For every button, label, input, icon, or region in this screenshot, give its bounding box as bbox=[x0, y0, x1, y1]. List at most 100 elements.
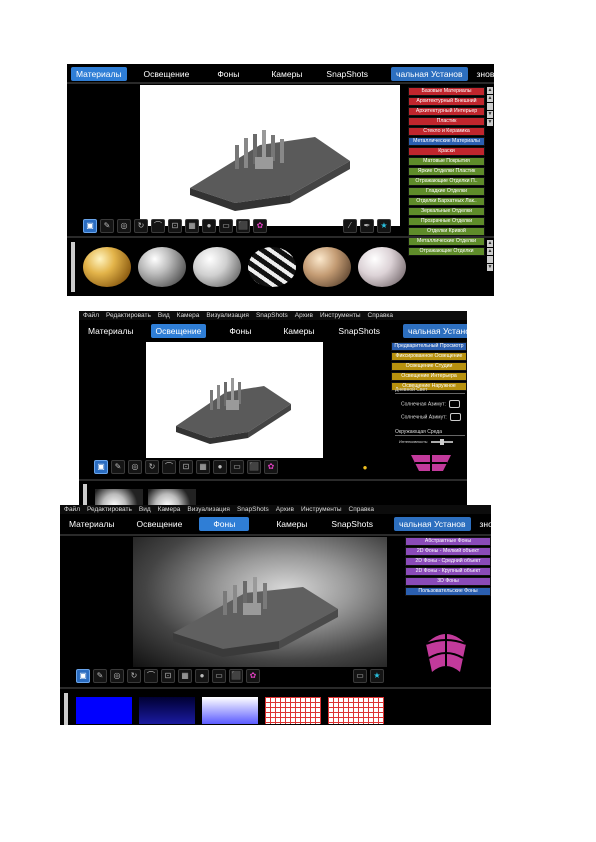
category-item[interactable]: Зеркальные Отделки bbox=[408, 207, 485, 216]
doc-icon[interactable]: ▭ bbox=[219, 219, 233, 233]
tab-materials[interactable]: Материалы bbox=[83, 324, 139, 338]
menu-file[interactable]: Файл bbox=[83, 311, 99, 320]
background-thumbnail[interactable] bbox=[328, 697, 384, 724]
lamp-icon[interactable]: ● bbox=[358, 461, 372, 475]
camera-icon[interactable]: ⬛ bbox=[236, 219, 250, 233]
menu-render[interactable]: Визуализация bbox=[187, 505, 230, 514]
menu-render[interactable]: Визуализация bbox=[206, 311, 249, 320]
camera-icon[interactable]: ⬛ bbox=[229, 669, 243, 683]
menu-snapshots[interactable]: SnapShots bbox=[256, 311, 288, 320]
category-item[interactable]: Архитектурный Интерьер bbox=[408, 107, 485, 116]
grid-icon[interactable]: ▦ bbox=[178, 669, 192, 683]
category-item[interactable]: Отделки Кривой bbox=[408, 227, 485, 236]
background-thumbnail[interactable] bbox=[76, 697, 132, 724]
lighting-thumbnail[interactable] bbox=[148, 489, 196, 505]
frame-icon[interactable]: ⊡ bbox=[161, 669, 175, 683]
material-thumbnail[interactable] bbox=[248, 247, 296, 287]
menu-view[interactable]: Вид bbox=[158, 311, 170, 320]
tab-initial-setup[interactable]: чальная Установ bbox=[403, 324, 467, 338]
menu-help[interactable]: Справка bbox=[349, 505, 375, 514]
material-thumbnail[interactable] bbox=[138, 247, 186, 287]
menu-tools[interactable]: Инструменты bbox=[301, 505, 342, 514]
tab-snapshots[interactable]: SnapShots bbox=[333, 324, 385, 338]
sphere-icon[interactable]: ● bbox=[202, 219, 216, 233]
background-thumbnail[interactable] bbox=[202, 697, 258, 724]
material-thumbnail[interactable] bbox=[358, 247, 406, 287]
category-item[interactable]: Предварительный Просмотр bbox=[391, 342, 467, 351]
category-item[interactable]: 2D Фоны - Крупный объект bbox=[405, 567, 491, 576]
category-item[interactable]: Абстрактные Фоны bbox=[405, 537, 491, 546]
category-item[interactable]: 2D Фоны - Мелкий объект bbox=[405, 547, 491, 556]
eyedropper-icon[interactable]: ⁄ bbox=[343, 219, 357, 233]
lighting-thumbnail[interactable] bbox=[95, 489, 143, 505]
menu-edit[interactable]: Редактировать bbox=[87, 505, 132, 514]
tab-cameras[interactable]: Камеры bbox=[271, 517, 312, 531]
tab-snapshots[interactable]: SnapShots bbox=[326, 517, 378, 531]
category-item[interactable]: Базовые Материалы bbox=[408, 87, 485, 96]
star-icon[interactable]: ★ bbox=[377, 219, 391, 233]
category-item[interactable]: Фиксированное Освещение bbox=[391, 352, 467, 361]
category-item[interactable]: Пользовательские Фоны bbox=[405, 587, 491, 596]
tab-lighting[interactable]: Освещение bbox=[132, 517, 188, 531]
brush-icon[interactable]: ✎ bbox=[111, 460, 125, 474]
tab-cameras[interactable]: Камеры bbox=[266, 67, 307, 81]
menu-view[interactable]: Вид bbox=[139, 505, 151, 514]
tab-user-setup[interactable]: зновка Пользова bbox=[475, 517, 492, 531]
menu-edit[interactable]: Редактировать bbox=[106, 311, 151, 320]
arrows-icon[interactable]: ↻ bbox=[134, 219, 148, 233]
display-icon[interactable]: ▣ bbox=[76, 669, 90, 683]
tab-lighting[interactable]: Освещение bbox=[139, 67, 195, 81]
tab-snapshots[interactable]: SnapShots bbox=[321, 67, 373, 81]
material-thumbnail[interactable] bbox=[193, 247, 241, 287]
tab-lighting[interactable]: Освещение bbox=[150, 324, 207, 338]
category-item[interactable]: Краски bbox=[408, 147, 485, 156]
category-item[interactable]: 2D Фоны - Средний объект bbox=[405, 557, 491, 566]
target-icon[interactable]: ◎ bbox=[110, 669, 124, 683]
doc-icon[interactable]: ▭ bbox=[230, 460, 244, 474]
category-item[interactable]: Гладкие Отделки bbox=[408, 187, 485, 196]
brush-icon[interactable]: ✎ bbox=[93, 669, 107, 683]
arrows-icon[interactable]: ↻ bbox=[145, 460, 159, 474]
tab-backgrounds[interactable]: Фоны bbox=[212, 67, 244, 81]
arch-icon[interactable]: ⌒ bbox=[151, 219, 165, 233]
frame-icon[interactable]: ⊡ bbox=[168, 219, 182, 233]
category-item[interactable]: Стекло и Керамика bbox=[408, 127, 485, 136]
sun-lamp-toggle[interactable] bbox=[449, 413, 461, 421]
flower-icon[interactable]: ✿ bbox=[253, 219, 267, 233]
menu-tools[interactable]: Инструменты bbox=[320, 311, 361, 320]
menu-camera[interactable]: Камера bbox=[177, 311, 200, 320]
category-item[interactable]: Металлические Материалы bbox=[408, 137, 485, 146]
frame-icon[interactable]: ⊡ bbox=[179, 460, 193, 474]
intensity-slider[interactable] bbox=[431, 438, 454, 445]
category-item[interactable]: Архитектурный Внешний bbox=[408, 97, 485, 106]
tab-user-setup[interactable]: зновка Пользова bbox=[472, 67, 495, 81]
sun-altitude-toggle[interactable] bbox=[448, 400, 460, 408]
category-item[interactable]: Металлические Отделки bbox=[408, 237, 485, 246]
display-icon[interactable]: ▣ bbox=[83, 219, 97, 233]
material-thumbnail[interactable] bbox=[83, 247, 131, 287]
menu-help[interactable]: Справка bbox=[368, 311, 394, 320]
render-viewport[interactable] bbox=[140, 85, 400, 226]
display-icon[interactable]: ▣ bbox=[94, 460, 108, 474]
flower-icon[interactable]: ✿ bbox=[246, 669, 260, 683]
tab-initial-setup[interactable]: чальная Установ bbox=[394, 517, 471, 531]
category-item[interactable]: Прозрачные Отделки bbox=[408, 217, 485, 226]
background-thumbnail[interactable] bbox=[139, 697, 195, 724]
monitor-icon[interactable]: ▭ bbox=[353, 669, 367, 683]
tab-materials[interactable]: Материалы bbox=[71, 67, 127, 81]
menu-camera[interactable]: Камера bbox=[158, 505, 181, 514]
library-scroll-buttons[interactable]: ▲ ▲ ▼ bbox=[487, 240, 493, 271]
render-viewport[interactable] bbox=[146, 342, 323, 458]
tab-cameras[interactable]: Камеры bbox=[278, 324, 319, 338]
category-item[interactable]: Яркие Отделки Пластик bbox=[408, 167, 485, 176]
arch-icon[interactable]: ⌒ bbox=[144, 669, 158, 683]
tab-backgrounds[interactable]: Фоны bbox=[199, 517, 250, 531]
star-icon[interactable]: ★ bbox=[370, 669, 384, 683]
render-viewport[interactable] bbox=[133, 537, 387, 667]
category-item[interactable]: 3D Фоны bbox=[405, 577, 491, 586]
menu-archive[interactable]: Архив bbox=[276, 505, 294, 514]
tab-materials[interactable]: Материалы bbox=[64, 517, 120, 531]
category-item[interactable]: Отделки Бархатных Лак.. bbox=[408, 197, 485, 206]
sphere-icon[interactable]: ● bbox=[213, 460, 227, 474]
menu-snapshots[interactable]: SnapShots bbox=[237, 505, 269, 514]
